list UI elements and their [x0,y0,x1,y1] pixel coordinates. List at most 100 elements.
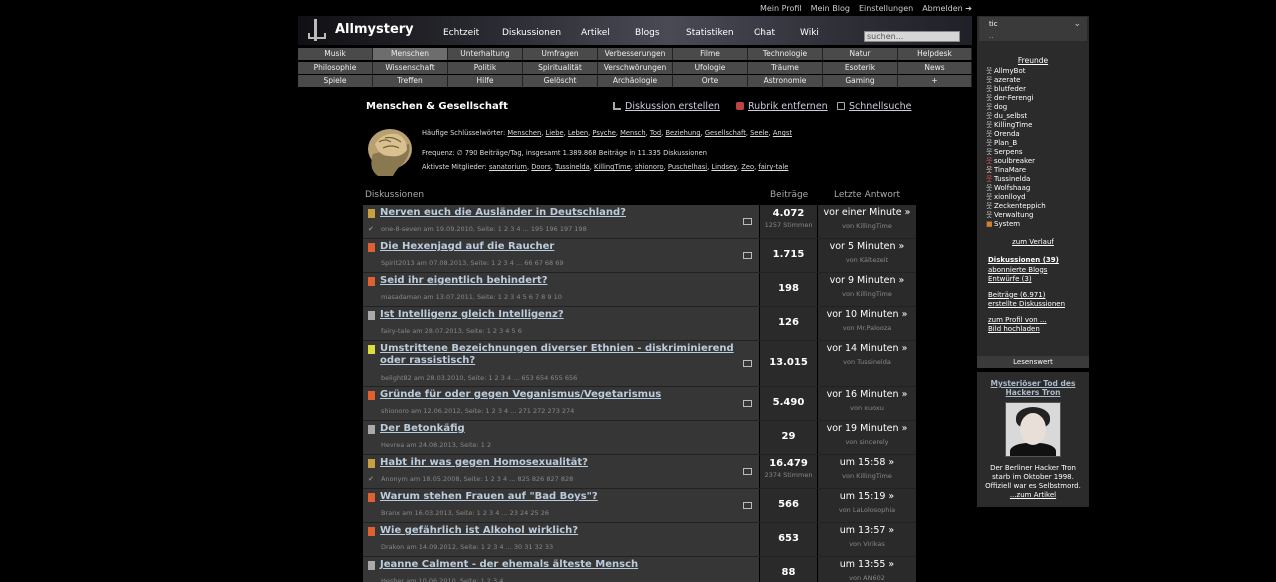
category-treffen[interactable]: Treffen [373,75,448,87]
friend-item[interactable]: 웃 blutfeder [986,85,1046,94]
friend-name[interactable]: dog [994,103,1007,111]
member-link[interactable]: Zeo [741,163,754,171]
sidebar-link[interactable]: Diskussionen (39) [988,256,1065,266]
last-reply-time[interactable]: vor 5 Minuten » [818,239,916,252]
last-page-icon[interactable] [743,218,752,225]
friend-name[interactable]: soulbreaker [994,157,1035,165]
friend-name[interactable]: der-Ferengi [994,94,1034,102]
last-reply-cell[interactable]: vor 19 Minuten » von sincerely [818,421,916,454]
friend-name[interactable]: Zeckenteppich [994,202,1046,210]
create-discussion-link[interactable]: Diskussion erstellen [613,101,720,112]
friend-item[interactable]: 웃 der-Ferengi [986,94,1046,103]
thread-title[interactable]: Wie gefährlich ist Alkohol wirklich? [380,525,740,537]
friend-name[interactable]: xionlloyd [994,193,1026,201]
thread-title[interactable]: Warum stehen Frauen auf "Bad Boys"? [380,491,740,503]
sidebar-link[interactable]: erstellte Diskussionen [988,300,1065,310]
last-reply-time[interactable]: vor 19 Minuten » [818,421,916,434]
friend-item[interactable]: 웃 Zeckenteppich [986,202,1046,211]
member-link[interactable]: Lindsey [711,163,737,171]
category-gelöscht[interactable]: Gelöscht [523,75,598,87]
last-page-icon[interactable] [743,360,752,367]
friend-name[interactable]: TinaMare [994,166,1026,174]
keyword-link[interactable]: Angst [773,129,792,137]
thread-title[interactable]: Die Hexenjagd auf die Raucher [380,241,740,253]
last-reply-time[interactable]: um 15:58 » [818,455,916,468]
keyword-link[interactable]: Tod [650,129,661,137]
table-row[interactable]: Wie gefährlich ist Alkohol wirklich? Drak… [363,523,916,557]
last-reply-time[interactable]: um 13:55 » [818,557,916,570]
last-reply-time[interactable]: vor 16 Minuten » [818,387,916,400]
thread-title[interactable]: Umstrittene Bezeichnungen diverser Ethni… [380,343,740,367]
friend-item[interactable]: 웃 soulbreaker [986,157,1046,166]
last-reply-time[interactable]: vor 9 Minuten » [818,273,916,286]
friend-name[interactable]: Verwaltung [994,211,1033,219]
last-reply-cell[interactable]: vor 14 Minuten » von Tussinelda [818,341,916,386]
last-reply-cell[interactable]: vor 9 Minuten » von KillingTime [818,273,916,306]
keyword-link[interactable]: Seele [750,129,768,137]
friend-name[interactable]: System [994,220,1020,228]
last-reply-time[interactable]: vor 14 Minuten » [818,341,916,354]
member-link[interactable]: Tussinelda [555,163,590,171]
friend-item[interactable]: 웃 Tussinelda [986,175,1046,184]
category-unterhaltung[interactable]: Unterhaltung [448,48,523,60]
category-träume[interactable]: Träume [748,61,823,74]
category-astronomie[interactable]: Astronomie [748,75,823,87]
top-link[interactable]: Mein Profil [760,4,802,13]
top-link[interactable]: Mein Blog [811,4,850,13]
category-technologie[interactable]: Technologie [748,48,823,60]
last-reply-time[interactable]: vor 10 Minuten » [818,307,916,320]
member-link[interactable]: shionoro [635,163,664,171]
table-row[interactable]: Nerven euch die Ausländer in Deutschland… [363,205,916,239]
sidebar-link[interactable]: Beiträge (6.971) [988,291,1065,301]
top-link[interactable]: Abmelden ➔ [922,4,972,13]
friend-item[interactable]: ■ System [986,220,1046,229]
category-filme[interactable]: Filme [673,48,748,60]
friends-title[interactable]: Freunde [977,56,1089,65]
friend-name[interactable]: azerate [994,76,1021,84]
last-reply-time[interactable]: um 15:19 » [818,489,916,502]
table-row[interactable]: Habt ihr was gegen Homosexualität? Anonym… [363,455,916,489]
last-page-icon[interactable] [743,400,752,407]
last-reply-cell[interactable]: vor 10 Minuten » von Mr.Palooza [818,307,916,340]
friend-item[interactable]: 웃 AllmyBot [986,67,1046,76]
friend-item[interactable]: 웃 Orenda [986,130,1046,139]
category-ufologie[interactable]: Ufologie [673,61,748,74]
category-archäologie[interactable]: Archäologie [598,75,673,87]
member-link[interactable]: KillingTime [594,163,631,171]
friend-item[interactable]: 웃 KillingTime [986,121,1046,130]
table-row[interactable]: Umstrittene Bezeichnungen diverser Ethni… [363,341,916,387]
thread-title[interactable]: Der Betonkäfig [380,423,740,435]
keyword-link[interactable]: Mensch [620,129,646,137]
quick-search-link[interactable]: Schnellsuche [837,101,911,112]
friend-item[interactable]: 웃 Serpens [986,148,1046,157]
remove-category-link[interactable]: Rubrik entfernen [736,101,828,112]
last-reply-cell[interactable]: um 15:58 » von KillingTime [818,455,916,488]
category-menschen[interactable]: Menschen [373,48,448,60]
keyword-link[interactable]: Psyche [592,129,615,137]
category-news[interactable]: News [898,61,972,74]
table-row[interactable]: Seid ihr eigentlich behindert? masadaman … [363,273,916,307]
friend-name[interactable]: Wolfshaag [994,184,1030,192]
last-page-icon[interactable] [743,252,752,259]
category-natur[interactable]: Natur [823,48,898,60]
last-reply-cell[interactable]: um 15:19 » von LaLolosophia [818,489,916,522]
category-+[interactable]: + [898,75,972,87]
brand-title[interactable]: Allmystery [335,22,414,37]
member-link[interactable]: Puschelhasi [668,163,707,171]
table-row[interactable]: Der Betonkäfig Hevrea am 24.08.2013, Seit… [363,421,916,455]
friend-item[interactable]: 웃 dog [986,103,1046,112]
friend-name[interactable]: KillingTime [994,121,1032,129]
category-esoterik[interactable]: Esoterik [823,61,898,74]
last-reply-time[interactable]: um 13:57 » [818,523,916,536]
category-verbesserungen[interactable]: Verbesserungen [598,48,673,60]
thread-title[interactable]: Jeanne Calment - der ehemals älteste Men… [380,559,740,571]
friend-item[interactable]: 웃 Verwaltung [986,211,1046,220]
member-link[interactable]: sanatorium [489,163,527,171]
last-reply-time[interactable]: vor einer Minute » [818,205,916,218]
keyword-link[interactable]: Gesellschaft [705,129,746,137]
category-helpdesk[interactable]: Helpdesk [898,48,972,60]
article-title[interactable]: Mysteriöser Tod des Hackers Tron [977,379,1089,397]
friend-item[interactable]: 웃 azerate [986,76,1046,85]
category-politik[interactable]: Politik [448,61,523,74]
friend-item[interactable]: 웃 TinaMare [986,166,1046,175]
